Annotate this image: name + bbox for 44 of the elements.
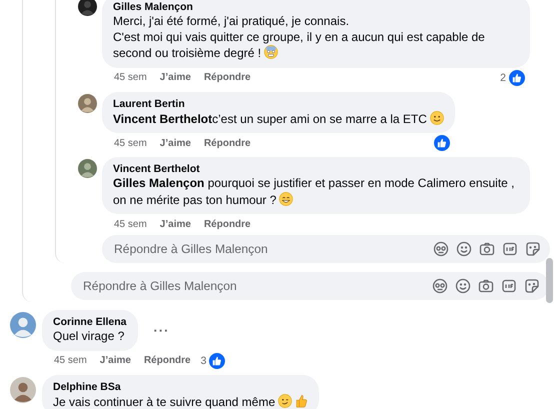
scrollbar[interactable]	[546, 258, 553, 303]
grin-icon	[279, 192, 294, 206]
like-button[interactable]: J’aime	[100, 355, 131, 366]
emoji-icon[interactable]	[455, 278, 471, 294]
avatar-sticker-icon[interactable]	[433, 241, 449, 257]
comment-text: Quel virage ?	[53, 329, 126, 344]
timestamp[interactable]: 45 sem	[114, 72, 147, 83]
thumbs-up-icon	[294, 394, 308, 408]
comment-text: Merci, j'ai été formé, j'ai pratiqué, je connais. C'est moi qui vais quitter ce groupe, il y en a aucun qui est capable de second ou troisième degré !	[113, 14, 486, 62]
sticker-icon[interactable]	[525, 241, 541, 257]
camera-icon[interactable]	[479, 241, 495, 257]
comment-text: Je vais continuer à te suivre quand même	[53, 394, 308, 409]
reaction-count[interactable]: 2	[500, 72, 506, 84]
camera-icon[interactable]	[478, 278, 494, 294]
reaction-count[interactable]: 3	[200, 354, 206, 366]
author-name[interactable]: Gilles Malençon	[113, 0, 519, 14]
worried-face-icon	[264, 45, 278, 59]
timestamp[interactable]: 45 sem	[114, 138, 147, 148]
avatar[interactable]	[78, 0, 97, 16]
smiley-icon	[430, 110, 444, 124]
comment-text: Vincent Berthelotc’est un super ami on se marre a la ETC	[113, 110, 444, 127]
gif-icon[interactable]	[502, 241, 518, 257]
author-name[interactable]: Laurent Bertin	[113, 96, 444, 110]
reply-button[interactable]: Répondre	[204, 72, 251, 83]
more-button[interactable]: ···	[152, 322, 172, 338]
wink-icon	[278, 394, 292, 408]
author-name[interactable]: Vincent Berthelot	[113, 162, 519, 176]
reply-field[interactable]: Répondre à Gilles Malençon	[102, 235, 550, 263]
reply-button[interactable]: Répondre	[204, 138, 251, 148]
timestamp[interactable]: 45 sem	[114, 218, 147, 230]
reply-field[interactable]: Répondre à Gilles Malençon	[71, 272, 549, 300]
like-button[interactable]: J’aime	[160, 218, 191, 230]
author-name[interactable]: Delphine BSa	[53, 380, 308, 394]
timestamp[interactable]: 45 sem	[54, 355, 87, 366]
sticker-icon[interactable]	[524, 278, 540, 294]
gif-icon[interactable]	[501, 278, 517, 294]
comment-text: Gilles Malençon pourquoi se justifier et passer en mode Calimero ensuite , on ne mérite pas ton humour ?	[113, 176, 516, 208]
reply-button[interactable]: Répondre	[204, 218, 251, 230]
avatar-sticker-icon[interactable]	[432, 278, 448, 294]
author-name[interactable]: Corinne Ellena	[53, 315, 127, 329]
like-button[interactable]: J’aime	[160, 138, 191, 148]
emoji-icon[interactable]	[456, 241, 472, 257]
like-button[interactable]: J’aime	[160, 72, 191, 83]
reply-button[interactable]: Répondre	[144, 355, 191, 366]
